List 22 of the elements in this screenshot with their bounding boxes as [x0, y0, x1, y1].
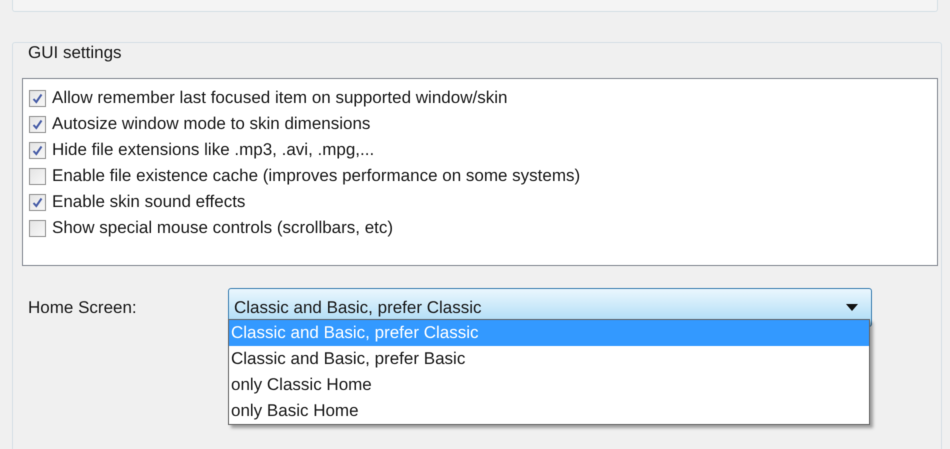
- check-icon: [32, 144, 43, 156]
- field-label: Home Screen:: [28, 296, 138, 319]
- option-label: Show special mouse controls (scrollbars, etc): [52, 217, 394, 240]
- checkbox[interactable]: [29, 194, 46, 210]
- dropdown-item[interactable]: only Basic Home: [229, 398, 869, 424]
- dropdown-item[interactable]: Classic and Basic, prefer Basic: [229, 346, 869, 372]
- check-icon: [32, 92, 43, 104]
- option-label: Allow remember last focused item on supported window/skin: [52, 87, 508, 110]
- checkbox[interactable]: [29, 142, 46, 158]
- caret-icon: [846, 304, 858, 311]
- checkbox[interactable]: [29, 116, 46, 132]
- checkbox[interactable]: [29, 220, 46, 236]
- option-label: Enable skin sound effects: [52, 191, 246, 214]
- dropdown-item[interactable]: only Classic Home: [229, 372, 869, 398]
- group-title: GUI settings: [26, 43, 124, 62]
- check-icon: [32, 118, 43, 130]
- checkbox[interactable]: [29, 168, 46, 184]
- check-icon: [32, 196, 43, 208]
- option-label: Hide file extensions like .mp3, .avi, .mpg,...: [52, 139, 374, 162]
- option-label: Autosize window mode to skin dimensions: [52, 113, 370, 136]
- checkbox[interactable]: [29, 90, 46, 106]
- option-label: Enable file existence cache (improves performance on some systems): [52, 165, 580, 188]
